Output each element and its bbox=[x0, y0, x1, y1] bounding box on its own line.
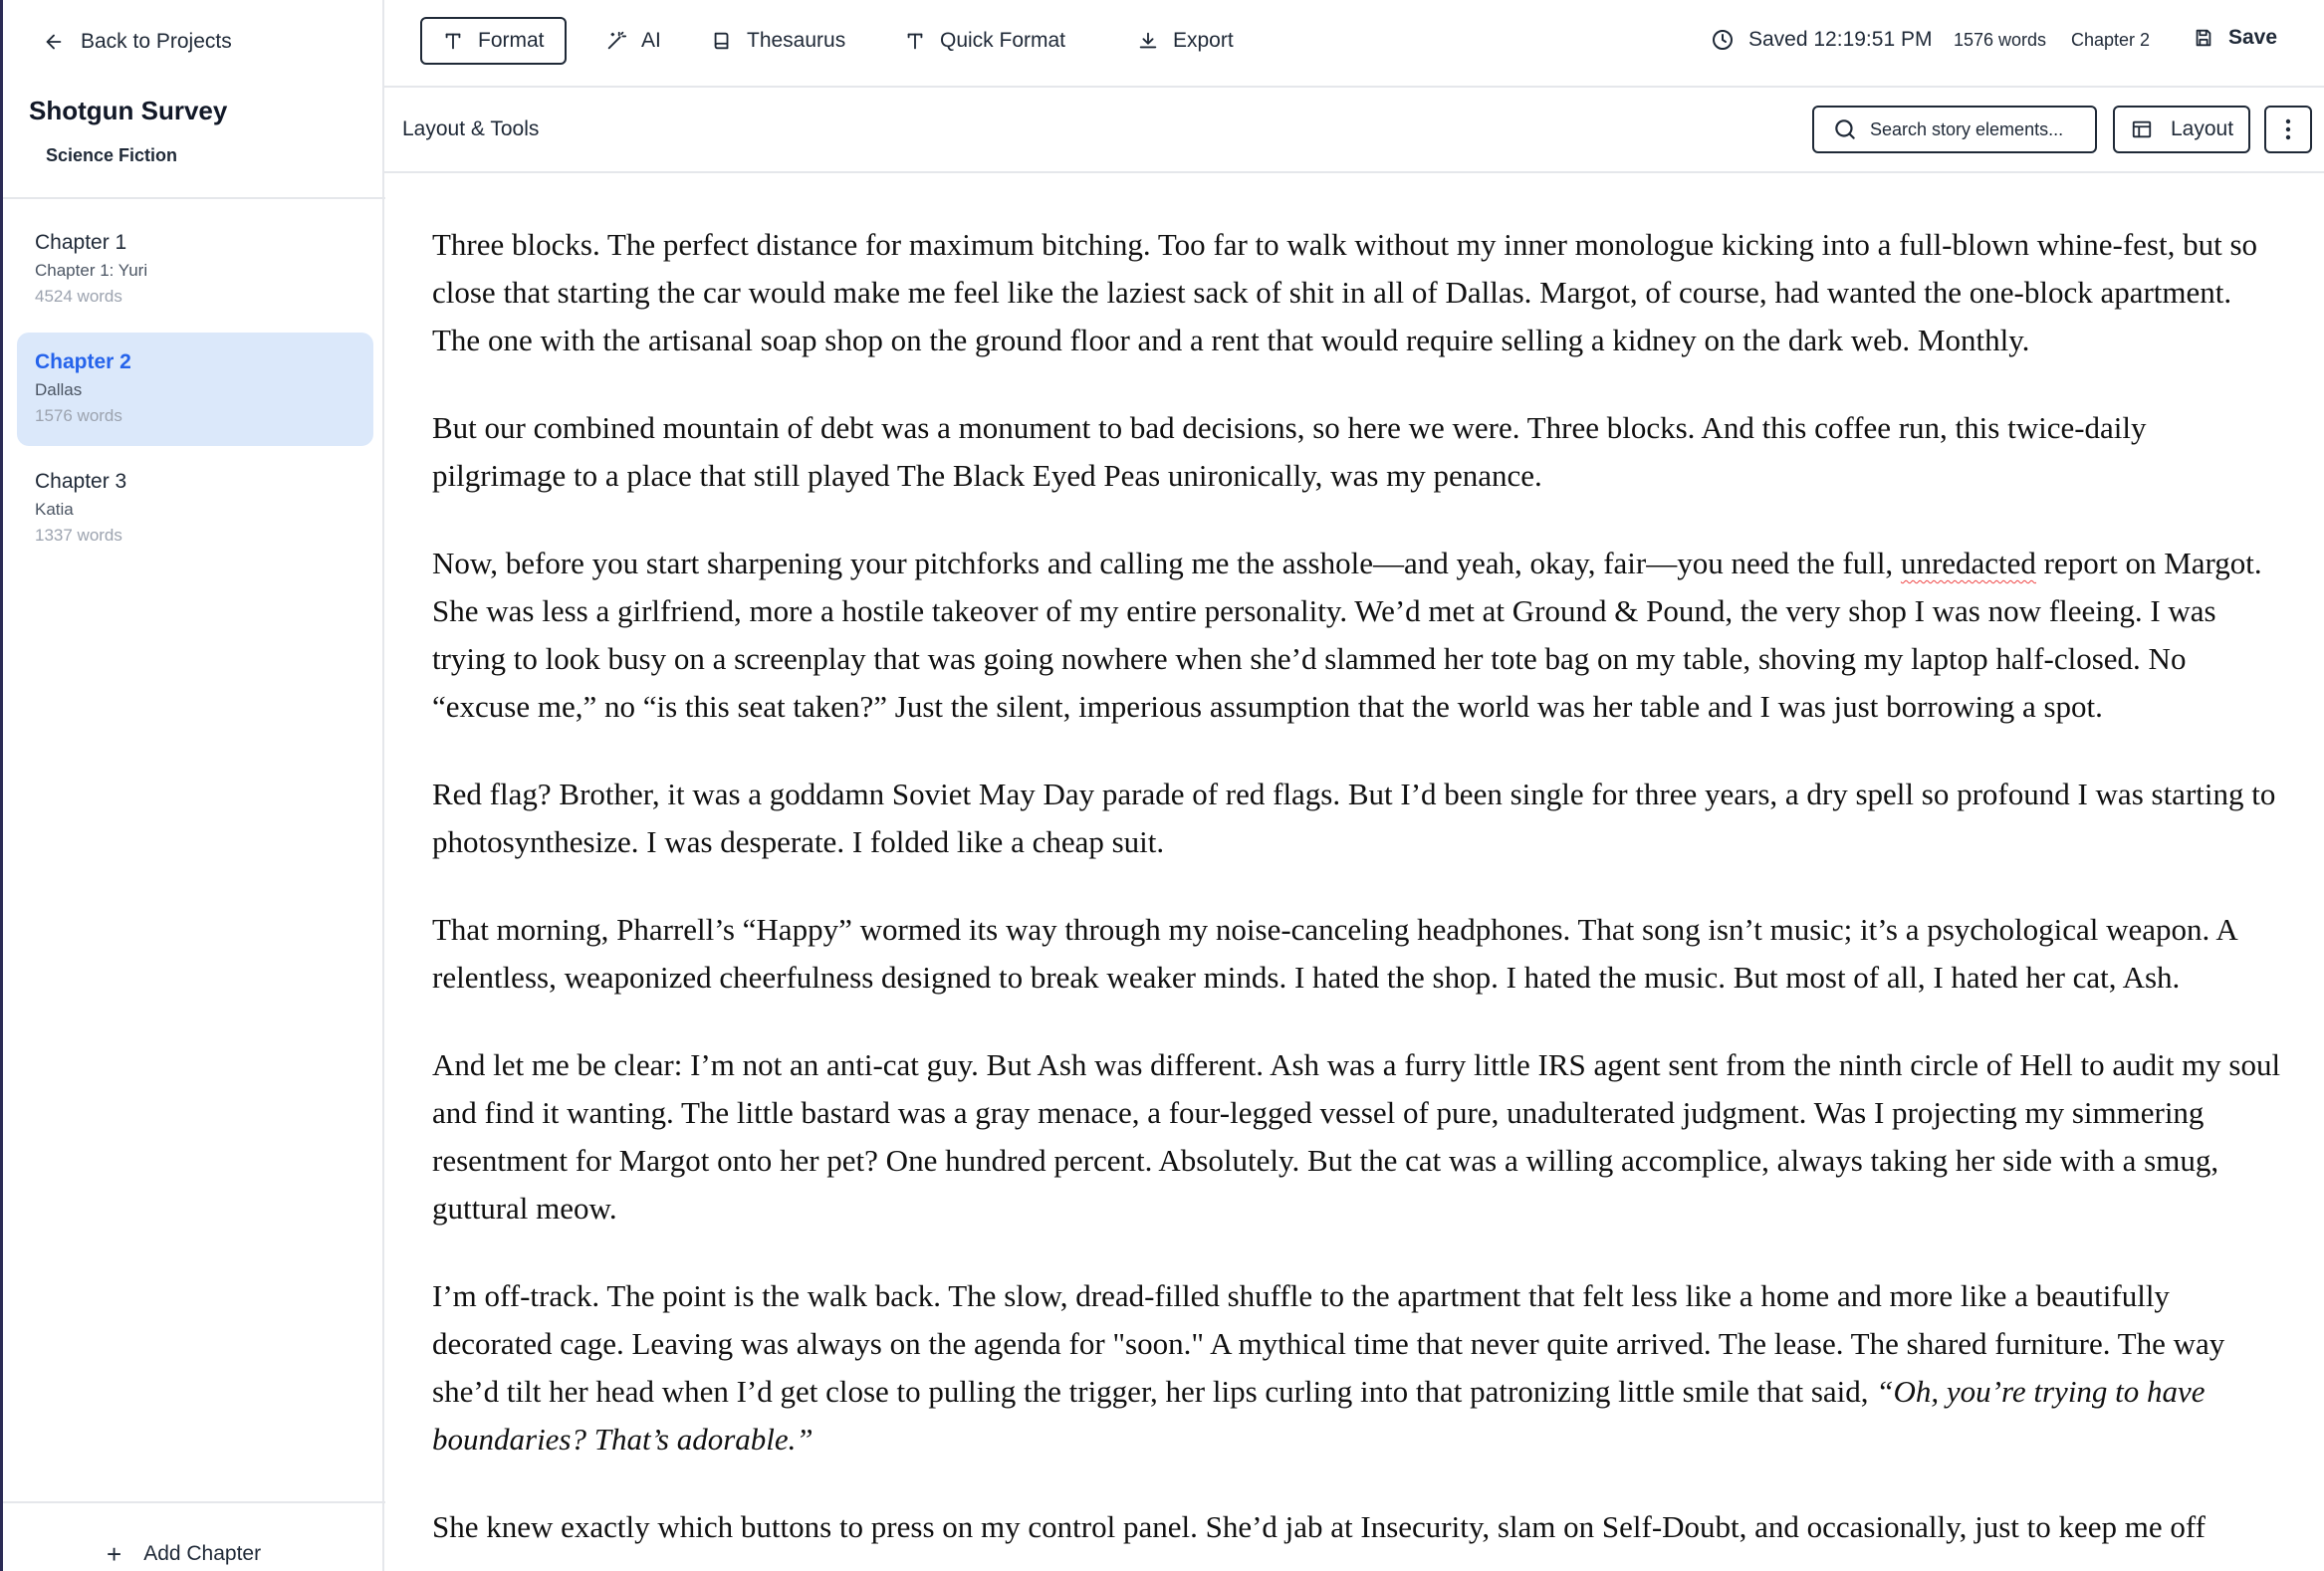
download-icon bbox=[1139, 32, 1157, 49]
save-icon bbox=[2196, 29, 2211, 47]
save-label: Save bbox=[2228, 26, 2278, 49]
saved-time: Saved 12:19:51 PM bbox=[1748, 28, 1933, 51]
paragraph: That morning, Pharrell’s “Happy” wormed … bbox=[432, 912, 2237, 995]
format-button[interactable]: Format bbox=[420, 17, 567, 65]
word-count: 1576 words bbox=[1954, 30, 2047, 50]
chapter-item-2[interactable]: Chapter 2 Dallas 1576 words bbox=[17, 333, 373, 446]
chapter-title: Chapter 1 bbox=[35, 231, 127, 254]
chapter-word-count: 4524 words bbox=[35, 287, 122, 306]
quick-format-label: Quick Format bbox=[940, 29, 1066, 52]
paragraph: Three blocks. The perfect distance for m… bbox=[432, 227, 2258, 357]
chapter-subtitle: Dallas bbox=[35, 380, 83, 399]
export-label: Export bbox=[1173, 29, 1234, 52]
thesaurus-label: Thesaurus bbox=[747, 29, 846, 52]
export-button[interactable]: Export bbox=[1117, 17, 1254, 65]
back-label: Back to Projects bbox=[81, 30, 232, 53]
paragraph: Now, before you start sharpening your pi… bbox=[432, 540, 2286, 731]
layout-icon bbox=[2132, 120, 2152, 138]
chapter-item-1[interactable]: Chapter 1 Chapter 1: Yuri 4524 words bbox=[17, 213, 373, 327]
paragraph: I’m off-track. The point is the walk bac… bbox=[432, 1272, 2286, 1463]
chapter-word-count: 1576 words bbox=[35, 406, 122, 425]
ai-label: AI bbox=[641, 29, 661, 52]
paragraph: But our combined mountain of debt was a … bbox=[432, 410, 2147, 493]
top-toolbar: Format AI Thesaurus Quick Format Export … bbox=[384, 0, 2324, 88]
save-status: Saved 12:19:51 PM bbox=[1711, 28, 1932, 52]
search-icon bbox=[1835, 119, 1855, 139]
layout-button[interactable]: Layout bbox=[2113, 106, 2250, 153]
project-title: Shotgun Survey bbox=[29, 96, 228, 125]
paragraph: Red flag? Brother, it was a goddamn Sovi… bbox=[432, 777, 2276, 859]
ai-button[interactable]: AI bbox=[585, 17, 681, 65]
text-run: Now, before you start sharpening your pi… bbox=[432, 546, 1901, 580]
chapter-word-count: 1337 words bbox=[35, 526, 122, 545]
chapter-list: Chapter 1 Chapter 1: Yuri 4524 words Cha… bbox=[17, 213, 373, 571]
save-button[interactable]: Save bbox=[2193, 26, 2277, 50]
current-chapter-label: Chapter 2 bbox=[2071, 30, 2151, 50]
back-to-projects-link[interactable]: Back to Projects bbox=[43, 30, 232, 54]
add-chapter-button[interactable]: + Add Chapter bbox=[107, 1541, 261, 1567]
more-options-button[interactable] bbox=[2264, 106, 2312, 153]
chapter-subtitle: Chapter 1: Yuri bbox=[35, 261, 148, 280]
thesaurus-button[interactable]: Thesaurus bbox=[691, 17, 865, 65]
divider bbox=[3, 1501, 385, 1503]
search-input[interactable] bbox=[1870, 118, 2089, 140]
layout-tools-label: Layout & Tools bbox=[402, 117, 540, 140]
arrow-left-icon bbox=[46, 34, 62, 50]
quick-format-button[interactable]: Quick Format bbox=[884, 17, 1085, 65]
misspelled-word[interactable]: unredacted bbox=[1901, 546, 2036, 580]
text-icon bbox=[907, 33, 923, 50]
format-label: Format bbox=[478, 29, 545, 52]
layout-label: Layout bbox=[2171, 117, 2234, 140]
chapter-title: Chapter 3 bbox=[35, 470, 127, 493]
text-icon bbox=[445, 33, 461, 50]
chapter-title: Chapter 2 bbox=[35, 350, 131, 373]
more-vertical-icon bbox=[2285, 118, 2291, 140]
divider bbox=[3, 197, 385, 199]
add-chapter-label: Add Chapter bbox=[143, 1542, 262, 1565]
paragraph: She knew exactly which buttons to press … bbox=[432, 1509, 2206, 1544]
chapter-editor[interactable]: Three blocks. The perfect distance for m… bbox=[432, 221, 2286, 1571]
search-box[interactable] bbox=[1812, 106, 2097, 153]
paragraph: And let me be clear: I’m not an anti-cat… bbox=[432, 1047, 2281, 1226]
clock-icon bbox=[1713, 30, 1733, 50]
plus-icon: + bbox=[107, 1539, 122, 1569]
magic-wand-icon bbox=[607, 31, 627, 50]
project-genre: Science Fiction bbox=[46, 145, 178, 165]
book-icon bbox=[714, 32, 729, 50]
layout-toolbar: Layout & Tools Layout bbox=[384, 88, 2324, 173]
chapter-item-3[interactable]: Chapter 3 Katia 1337 words bbox=[17, 452, 373, 565]
sidebar: Back to Projects Shotgun Survey Science … bbox=[0, 0, 385, 1571]
chapter-subtitle: Katia bbox=[35, 500, 74, 519]
